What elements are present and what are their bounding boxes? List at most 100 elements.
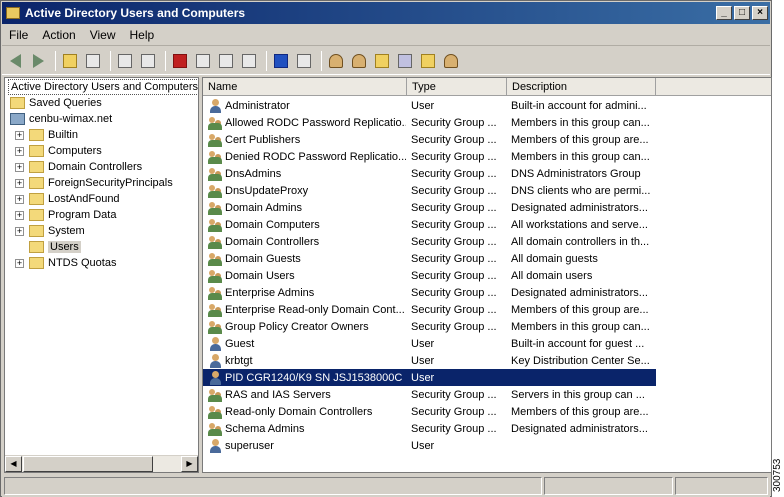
console-tree[interactable]: Active Directory Users and Computers Sav… bbox=[4, 77, 199, 473]
tree-item-label: System bbox=[48, 225, 85, 237]
new-user-button[interactable] bbox=[326, 51, 346, 71]
refresh-button[interactable] bbox=[216, 51, 236, 71]
up-one-level-button[interactable] bbox=[60, 51, 80, 71]
menu-action[interactable]: Action bbox=[35, 28, 82, 42]
tree-item-computers[interactable]: + Computers bbox=[15, 143, 102, 159]
scroll-thumb[interactable] bbox=[23, 456, 153, 472]
expand-icon[interactable]: + bbox=[15, 146, 24, 156]
status-pane-2 bbox=[544, 477, 674, 495]
tree-item-system[interactable]: + System bbox=[15, 223, 85, 239]
delete-button[interactable] bbox=[170, 51, 190, 71]
tree-item-program-data[interactable]: + Program Data bbox=[15, 207, 116, 223]
tree-item-users[interactable]: Users bbox=[15, 239, 81, 255]
row-type: Security Group ... bbox=[411, 218, 497, 231]
folder-icon bbox=[29, 145, 44, 157]
new-ou-button[interactable] bbox=[372, 51, 392, 71]
name-cell: Schema Admins bbox=[203, 422, 406, 436]
status-pane-main bbox=[4, 477, 543, 495]
table-row[interactable]: Guest User Built-in account for guest ... bbox=[203, 335, 656, 352]
new-group-button[interactable] bbox=[349, 51, 369, 71]
column-header-type[interactable]: Type bbox=[407, 78, 507, 96]
name-cell: DnsAdmins bbox=[203, 167, 406, 181]
tree-item-domain[interactable]: cenbu-wimax.net bbox=[10, 111, 112, 127]
filter-button[interactable] bbox=[395, 51, 415, 71]
table-row[interactable]: superuser User bbox=[203, 437, 656, 454]
details-list[interactable]: Name Type Description Administrator User B… bbox=[202, 77, 772, 473]
back-button[interactable] bbox=[5, 51, 25, 71]
table-row[interactable]: Allowed RODC Password Replicatio... Secur… bbox=[203, 114, 656, 131]
table-row[interactable]: Domain Admins Security Group ... Designate… bbox=[203, 199, 656, 216]
table-row[interactable]: DnsUpdateProxy Security Group ... DNS clie… bbox=[203, 182, 656, 199]
maximize-button[interactable]: □ bbox=[734, 6, 750, 20]
action-pane-icon bbox=[297, 53, 311, 68]
table-row[interactable]: Cert Publishers Security Group ... Members… bbox=[203, 131, 656, 148]
table-row[interactable]: Administrator User Built-in account for ad… bbox=[203, 97, 656, 114]
column-header-empty bbox=[656, 78, 771, 96]
tree-item-ntds-quotas[interactable]: + NTDS Quotas bbox=[15, 255, 116, 271]
name-cell: Administrator bbox=[203, 98, 406, 113]
tree-item-domain-controllers[interactable]: + Domain Controllers bbox=[15, 159, 142, 175]
table-row[interactable]: DnsAdmins Security Group ... DNS Administr… bbox=[203, 165, 656, 182]
folder-icon bbox=[29, 177, 44, 189]
new-ou-icon bbox=[375, 53, 389, 68]
add-to-group-icon bbox=[421, 53, 435, 68]
table-row[interactable]: Domain Users Security Group ... All domain… bbox=[203, 267, 656, 284]
table-row[interactable]: Schema Admins Security Group ... Designate… bbox=[203, 420, 656, 437]
copy-button[interactable] bbox=[138, 51, 158, 71]
table-row[interactable]: RAS and IAS Servers Security Group ... Ser… bbox=[203, 386, 656, 403]
export-list-button[interactable] bbox=[239, 51, 259, 71]
column-header-description[interactable]: Description bbox=[507, 78, 656, 96]
expand-icon[interactable]: + bbox=[15, 226, 24, 236]
row-description: Built-in account for guest ... bbox=[511, 337, 645, 350]
expand-icon[interactable]: + bbox=[15, 210, 24, 220]
expand-icon[interactable]: + bbox=[15, 162, 24, 172]
row-description: All domain controllers in th... bbox=[511, 235, 650, 248]
tree-item-foreign-security-principals[interactable]: + ForeignSecurityPrincipals bbox=[15, 175, 173, 191]
column-header-name[interactable]: Name bbox=[203, 78, 407, 96]
table-row[interactable]: Enterprise Read-only Domain Cont... Secur… bbox=[203, 301, 656, 318]
name-cell: Domain Users bbox=[203, 269, 406, 283]
minimize-button[interactable]: _ bbox=[716, 6, 732, 20]
table-row[interactable]: Enterprise Admins Security Group ... Desig… bbox=[203, 284, 656, 301]
close-button[interactable]: × bbox=[752, 6, 768, 20]
find-users-icon bbox=[444, 53, 458, 68]
tree-item-builtin[interactable]: + Builtin bbox=[15, 127, 78, 143]
cut-button[interactable] bbox=[115, 51, 135, 71]
table-row[interactable]: krbtgt User Key Distribution Center Se... bbox=[203, 352, 656, 369]
tree-item-lost-and-found[interactable]: + LostAndFound bbox=[15, 191, 120, 207]
status-bar bbox=[2, 475, 770, 497]
add-to-group-button[interactable] bbox=[418, 51, 438, 71]
tree-item-label: NTDS Quotas bbox=[48, 257, 117, 269]
tree-root[interactable]: Active Directory Users and Computers bbox=[8, 79, 198, 95]
expand-icon[interactable]: + bbox=[15, 194, 24, 204]
scroll-right-button[interactable]: ▶ bbox=[181, 456, 198, 472]
table-row[interactable]: Domain Computers Security Group ... All wo… bbox=[203, 216, 656, 233]
show-hide-tree-button[interactable] bbox=[83, 51, 103, 71]
menu-view[interactable]: View bbox=[83, 28, 123, 42]
help-button[interactable] bbox=[271, 51, 291, 71]
expand-icon[interactable]: + bbox=[15, 178, 24, 188]
tree-item-label: Computers bbox=[48, 145, 102, 157]
table-row[interactable]: PID CGR1240/K9 SN JSJ1538000C User bbox=[203, 369, 656, 386]
expand-icon[interactable]: + bbox=[15, 258, 24, 268]
table-row[interactable]: Read-only Domain Controllers Security Gro… bbox=[203, 403, 656, 420]
tree-horizontal-scrollbar[interactable]: ◀ ▶ bbox=[5, 455, 198, 472]
table-row[interactable]: Domain Controllers Security Group ... All … bbox=[203, 233, 656, 250]
forward-button[interactable] bbox=[28, 51, 48, 71]
group-icon bbox=[208, 116, 223, 130]
scroll-left-button[interactable]: ◀ bbox=[5, 456, 22, 472]
expand-icon[interactable]: + bbox=[15, 130, 24, 140]
row-type: Security Group ... bbox=[411, 388, 497, 401]
menu-help[interactable]: Help bbox=[123, 28, 162, 42]
tree-item-saved-queries[interactable]: Saved Queries bbox=[10, 95, 102, 111]
show-action-pane-button[interactable] bbox=[294, 51, 314, 71]
table-row[interactable]: Group Policy Creator Owners Security Grou… bbox=[203, 318, 656, 335]
menu-file[interactable]: File bbox=[2, 28, 35, 42]
title-bar[interactable]: Active Directory Users and Computers _ □… bbox=[2, 2, 770, 24]
row-type: Security Group ... bbox=[411, 235, 497, 248]
table-row[interactable]: Denied RODC Password Replicatio... Securi… bbox=[203, 148, 656, 165]
find-button[interactable] bbox=[441, 51, 461, 71]
properties-button[interactable] bbox=[193, 51, 213, 71]
table-row[interactable]: Domain Guests Security Group ... All domai… bbox=[203, 250, 656, 267]
tree-item-label: Builtin bbox=[48, 129, 78, 141]
